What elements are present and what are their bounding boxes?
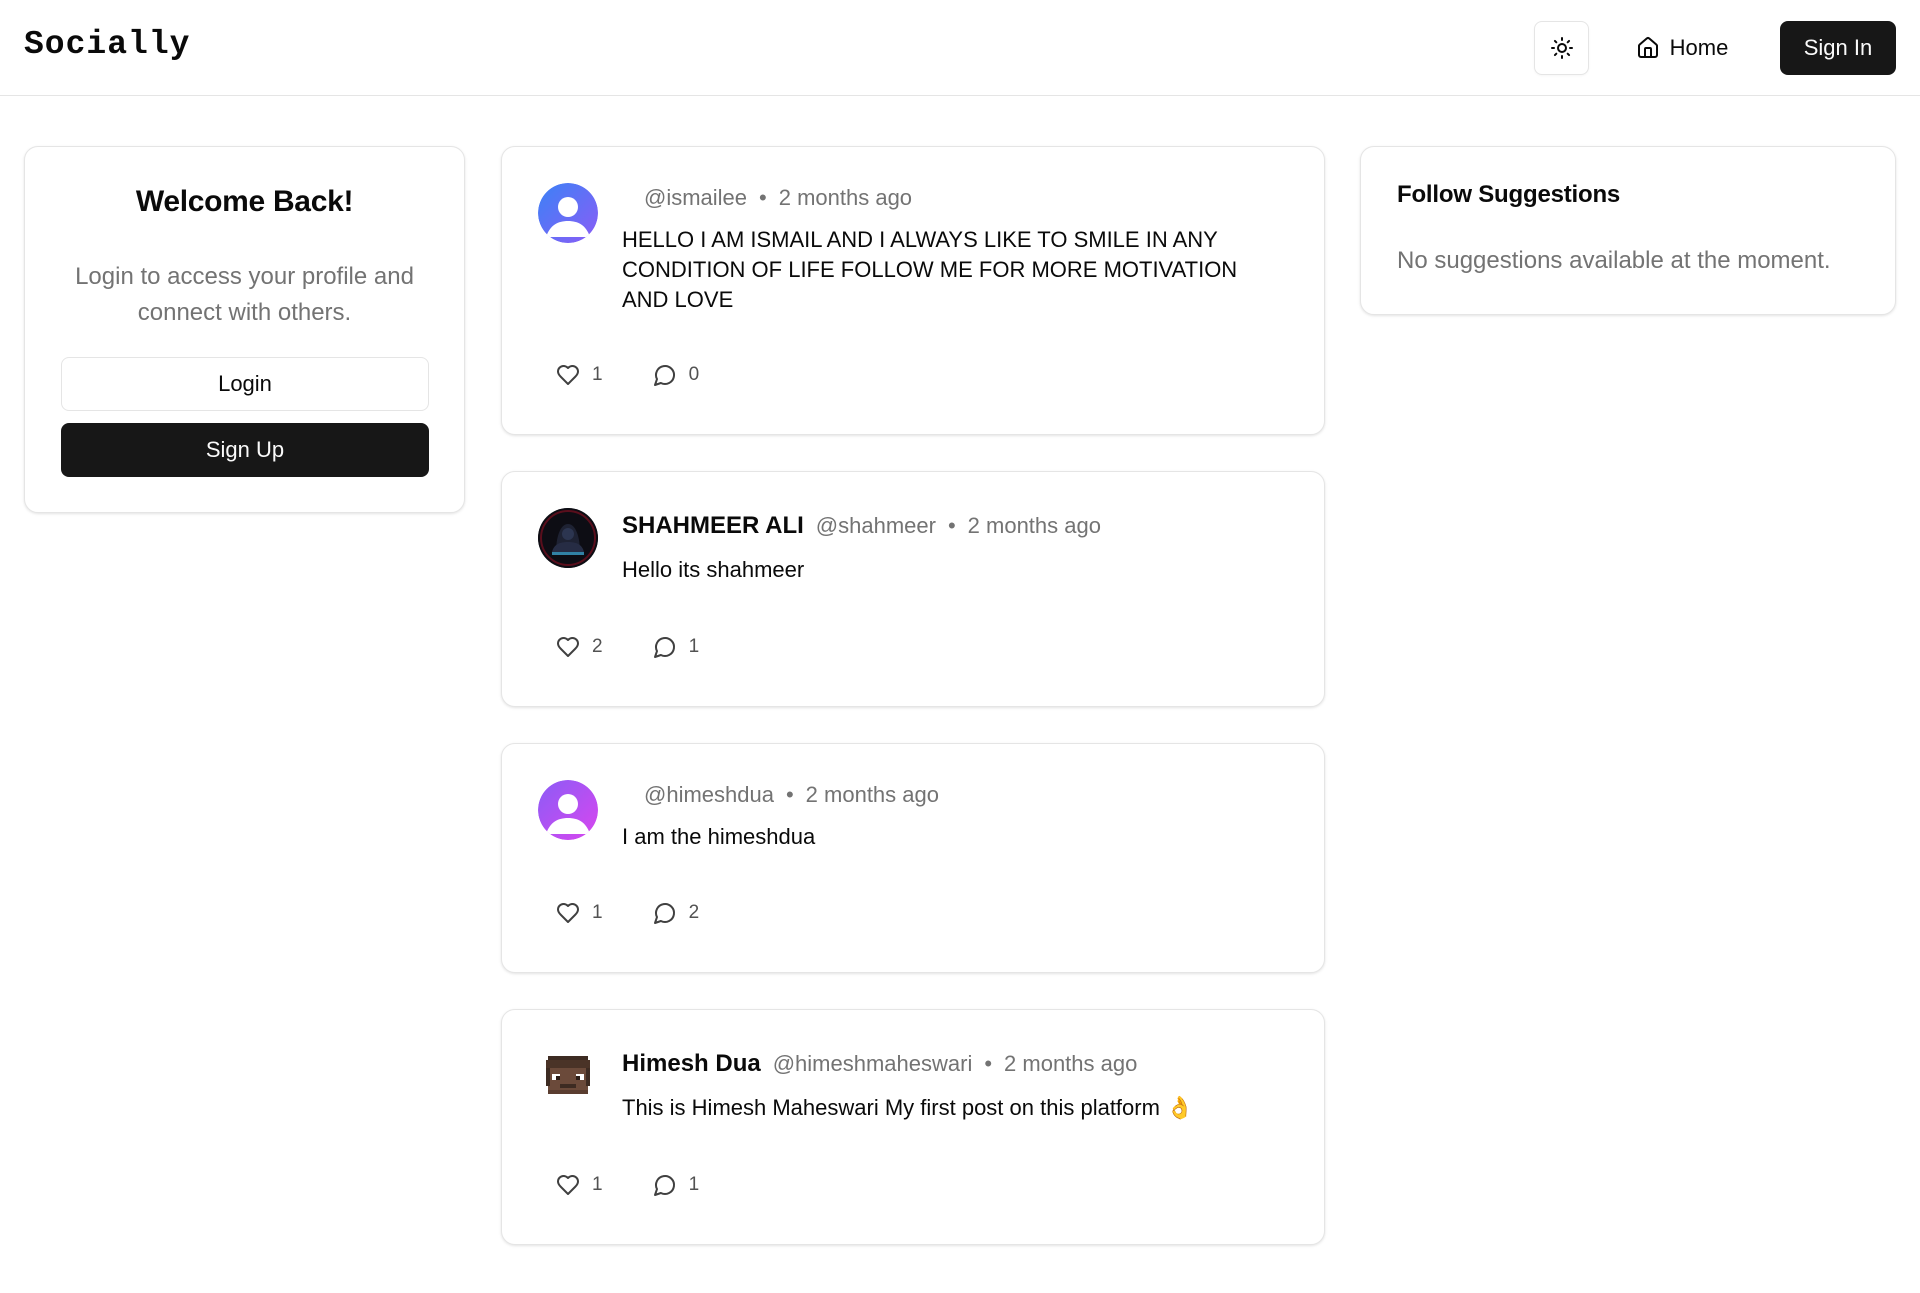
post-header: Himesh Dua @himeshmaheswari • 2 months a… [622,1050,1294,1078]
post-content: Hello its shahmeer [622,557,805,582]
post-card: @himeshdua • 2 months ago I am the himes… [501,743,1325,973]
welcome-subtitle: Login to access your profile and connect… [75,263,414,326]
default-avatar-icon [538,780,598,840]
post-handle[interactable]: @ismailee [644,185,747,211]
post-timestamp: 2 months ago [805,782,939,807]
welcome-title: Welcome Back! [135,185,354,218]
post-actions: 1 2 [556,901,749,925]
comment-count: 2 [688,902,700,923]
comment-count: 1 [688,636,700,657]
home-icon [1637,37,1658,58]
suggestions-empty-message: No suggestions available at the moment. [1397,247,1831,274]
comment-button[interactable]: 1 [653,1173,700,1197]
like-count: 2 [592,636,603,657]
login-button[interactable]: Login [61,357,429,411]
post-timestamp: 2 months ago [1004,1051,1138,1076]
like-count: 1 [592,902,603,923]
heart-icon [557,365,579,385]
heart-icon [557,637,579,657]
post-handle[interactable]: @shahmeer [816,513,936,539]
like-count: 1 [592,364,603,385]
comment-count: 1 [688,1174,700,1195]
separator-dot: • [759,185,767,210]
home-nav-button[interactable]: Home [1622,21,1742,75]
theme-toggle-button[interactable] [1534,21,1589,75]
separator-dot: • [984,1051,993,1076]
post-actions: 1 1 [556,1173,749,1197]
post-header: @ismailee • 2 months ago [632,185,1294,211]
post-card: @ismailee • 2 months ago HELLO I AM ISMA… [501,146,1325,435]
like-button[interactable]: 1 [556,1173,603,1197]
profile-photo-icon [538,508,598,568]
post-actions: 2 1 [556,635,749,659]
pixel-avatar-icon [546,1056,590,1094]
separator-dot: • [785,782,794,807]
follow-suggestions-card: Follow Suggestions No suggestions availa… [1360,146,1896,315]
heart-icon [557,903,579,923]
comment-icon [653,1175,675,1196]
sign-in-button[interactable]: Sign In [1780,21,1896,75]
like-count: 1 [592,1174,603,1195]
post-header: @himeshdua • 2 months ago [632,782,1294,808]
comment-button[interactable]: 1 [653,635,700,659]
welcome-card: Welcome Back! Login to access your profi… [24,146,465,513]
comment-icon [653,365,675,386]
like-button[interactable]: 1 [556,363,603,387]
post-card: Himesh Dua @himeshmaheswari • 2 months a… [501,1009,1325,1245]
post-author[interactable]: SHAHMEER ALI [622,512,804,540]
post-timestamp: 2 months ago [778,185,913,210]
post-timestamp: 2 months ago [967,513,1101,538]
sign-up-button[interactable]: Sign Up [61,423,429,477]
avatar[interactable] [538,1046,598,1106]
top-navigation-bar: Socially Home Sign In [0,0,1920,96]
avatar[interactable] [538,183,598,243]
post-author[interactable]: Himesh Dua [622,1050,761,1078]
post-handle[interactable]: @himeshdua [644,782,774,808]
avatar[interactable] [538,780,598,840]
post-content: I am the himeshdua [622,824,816,849]
comment-button[interactable]: 2 [653,901,700,925]
comment-count: 0 [688,364,700,385]
home-label: Home [1669,35,1729,60]
post-actions: 1 0 [556,363,749,387]
post-handle[interactable]: @himeshmaheswari [773,1051,973,1077]
separator-dot: • [947,513,956,538]
comment-button[interactable]: 0 [653,363,700,387]
sun-icon [1550,37,1573,59]
comment-icon [653,903,675,924]
like-button[interactable]: 1 [556,901,603,925]
comment-icon [653,637,675,658]
suggestions-title: Follow Suggestions [1397,181,1621,208]
default-avatar-icon [538,183,598,243]
post-header: SHAHMEER ALI @shahmeer • 2 months ago [622,512,1294,540]
post-content: HELLO I AM ISMAIL AND I ALWAYS LIKE TO S… [622,227,1238,312]
post-content: This is Himesh Maheswari My first post o… [622,1095,1194,1120]
avatar[interactable] [538,508,598,568]
like-button[interactable]: 2 [556,635,603,659]
post-card: SHAHMEER ALI @shahmeer • 2 months ago He… [501,471,1325,707]
app-logo[interactable]: Socially [24,26,190,63]
heart-icon [557,1175,579,1195]
